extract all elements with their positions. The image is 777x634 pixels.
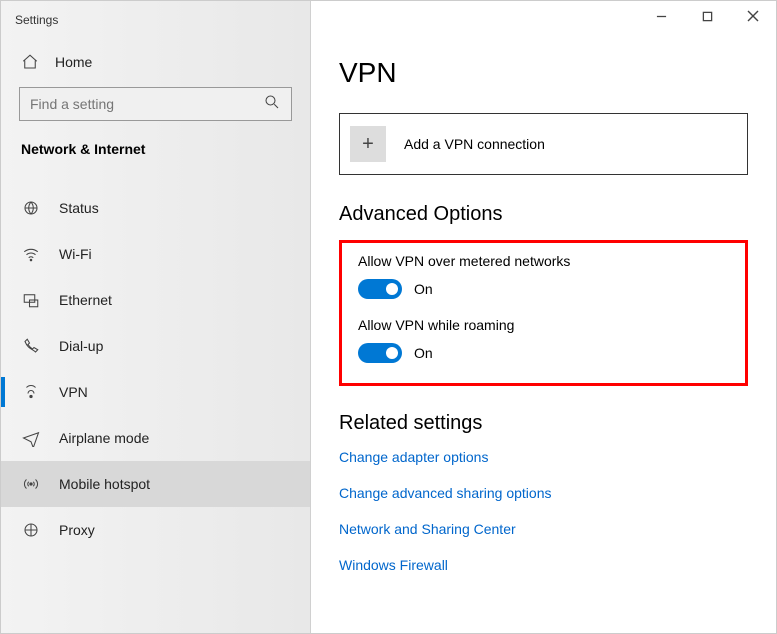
link-network-center[interactable]: Network and Sharing Center (339, 521, 748, 537)
search-icon (263, 93, 281, 116)
main-content: VPN + Add a VPN connection Advanced Opti… (311, 1, 776, 633)
option-roaming-label: Allow VPN while roaming (358, 317, 729, 333)
sidebar: Settings Home Network & Internet Status … (1, 1, 311, 633)
link-firewall[interactable]: Windows Firewall (339, 557, 748, 573)
option-metered: Allow VPN over metered networks On (358, 253, 729, 299)
toggle-knob (386, 283, 398, 295)
search-input[interactable] (30, 96, 263, 112)
dialup-icon (21, 337, 41, 355)
home-nav[interactable]: Home (1, 45, 310, 87)
sidebar-item-label: Mobile hotspot (59, 476, 150, 492)
sidebar-item-label: Dial-up (59, 338, 103, 354)
sidebar-item-ethernet[interactable]: Ethernet (1, 277, 310, 323)
add-vpn-label: Add a VPN connection (404, 136, 545, 152)
vpn-icon (21, 383, 41, 401)
toggle-roaming[interactable] (358, 343, 402, 363)
sidebar-item-label: Proxy (59, 522, 95, 538)
airplane-icon (21, 429, 41, 447)
sidebar-item-label: VPN (59, 384, 88, 400)
sidebar-item-label: Status (59, 200, 99, 216)
sidebar-item-label: Wi-Fi (59, 246, 92, 262)
window-title: Settings (1, 11, 310, 45)
sidebar-item-label: Airplane mode (59, 430, 149, 446)
search-box[interactable] (19, 87, 292, 121)
home-icon (21, 53, 41, 71)
related-heading: Related settings (339, 412, 748, 435)
sidebar-item-proxy[interactable]: Proxy (1, 507, 310, 553)
hotspot-icon (21, 475, 41, 493)
maximize-button[interactable] (684, 1, 730, 31)
toggle-metered-state: On (414, 281, 433, 297)
sidebar-item-status[interactable]: Status (1, 185, 310, 231)
home-label: Home (55, 54, 92, 70)
sidebar-item-wifi[interactable]: Wi-Fi (1, 231, 310, 277)
page-title: VPN (339, 57, 748, 89)
category-heading: Network & Internet (1, 141, 310, 185)
ethernet-icon (21, 291, 41, 309)
toggle-metered[interactable] (358, 279, 402, 299)
proxy-icon (21, 521, 41, 539)
add-vpn-button[interactable]: + Add a VPN connection (339, 113, 748, 175)
link-sharing[interactable]: Change advanced sharing options (339, 485, 748, 501)
highlight-box: Allow VPN over metered networks On Allow… (339, 240, 748, 386)
status-icon (21, 199, 41, 217)
link-adapter[interactable]: Change adapter options (339, 449, 748, 465)
minimize-button[interactable] (638, 1, 684, 31)
related-links: Change adapter options Change advanced s… (339, 449, 748, 573)
option-metered-label: Allow VPN over metered networks (358, 253, 729, 269)
sidebar-item-airplane[interactable]: Airplane mode (1, 415, 310, 461)
advanced-heading: Advanced Options (339, 203, 748, 226)
toggle-knob (386, 347, 398, 359)
window-controls (638, 1, 776, 31)
wifi-icon (21, 245, 41, 263)
sidebar-item-vpn[interactable]: VPN (1, 369, 310, 415)
toggle-roaming-state: On (414, 345, 433, 361)
plus-icon: + (350, 126, 386, 162)
sidebar-item-hotspot[interactable]: Mobile hotspot (1, 461, 310, 507)
close-button[interactable] (730, 1, 776, 31)
option-roaming: Allow VPN while roaming On (358, 317, 729, 363)
sidebar-item-label: Ethernet (59, 292, 112, 308)
sidebar-item-dialup[interactable]: Dial-up (1, 323, 310, 369)
